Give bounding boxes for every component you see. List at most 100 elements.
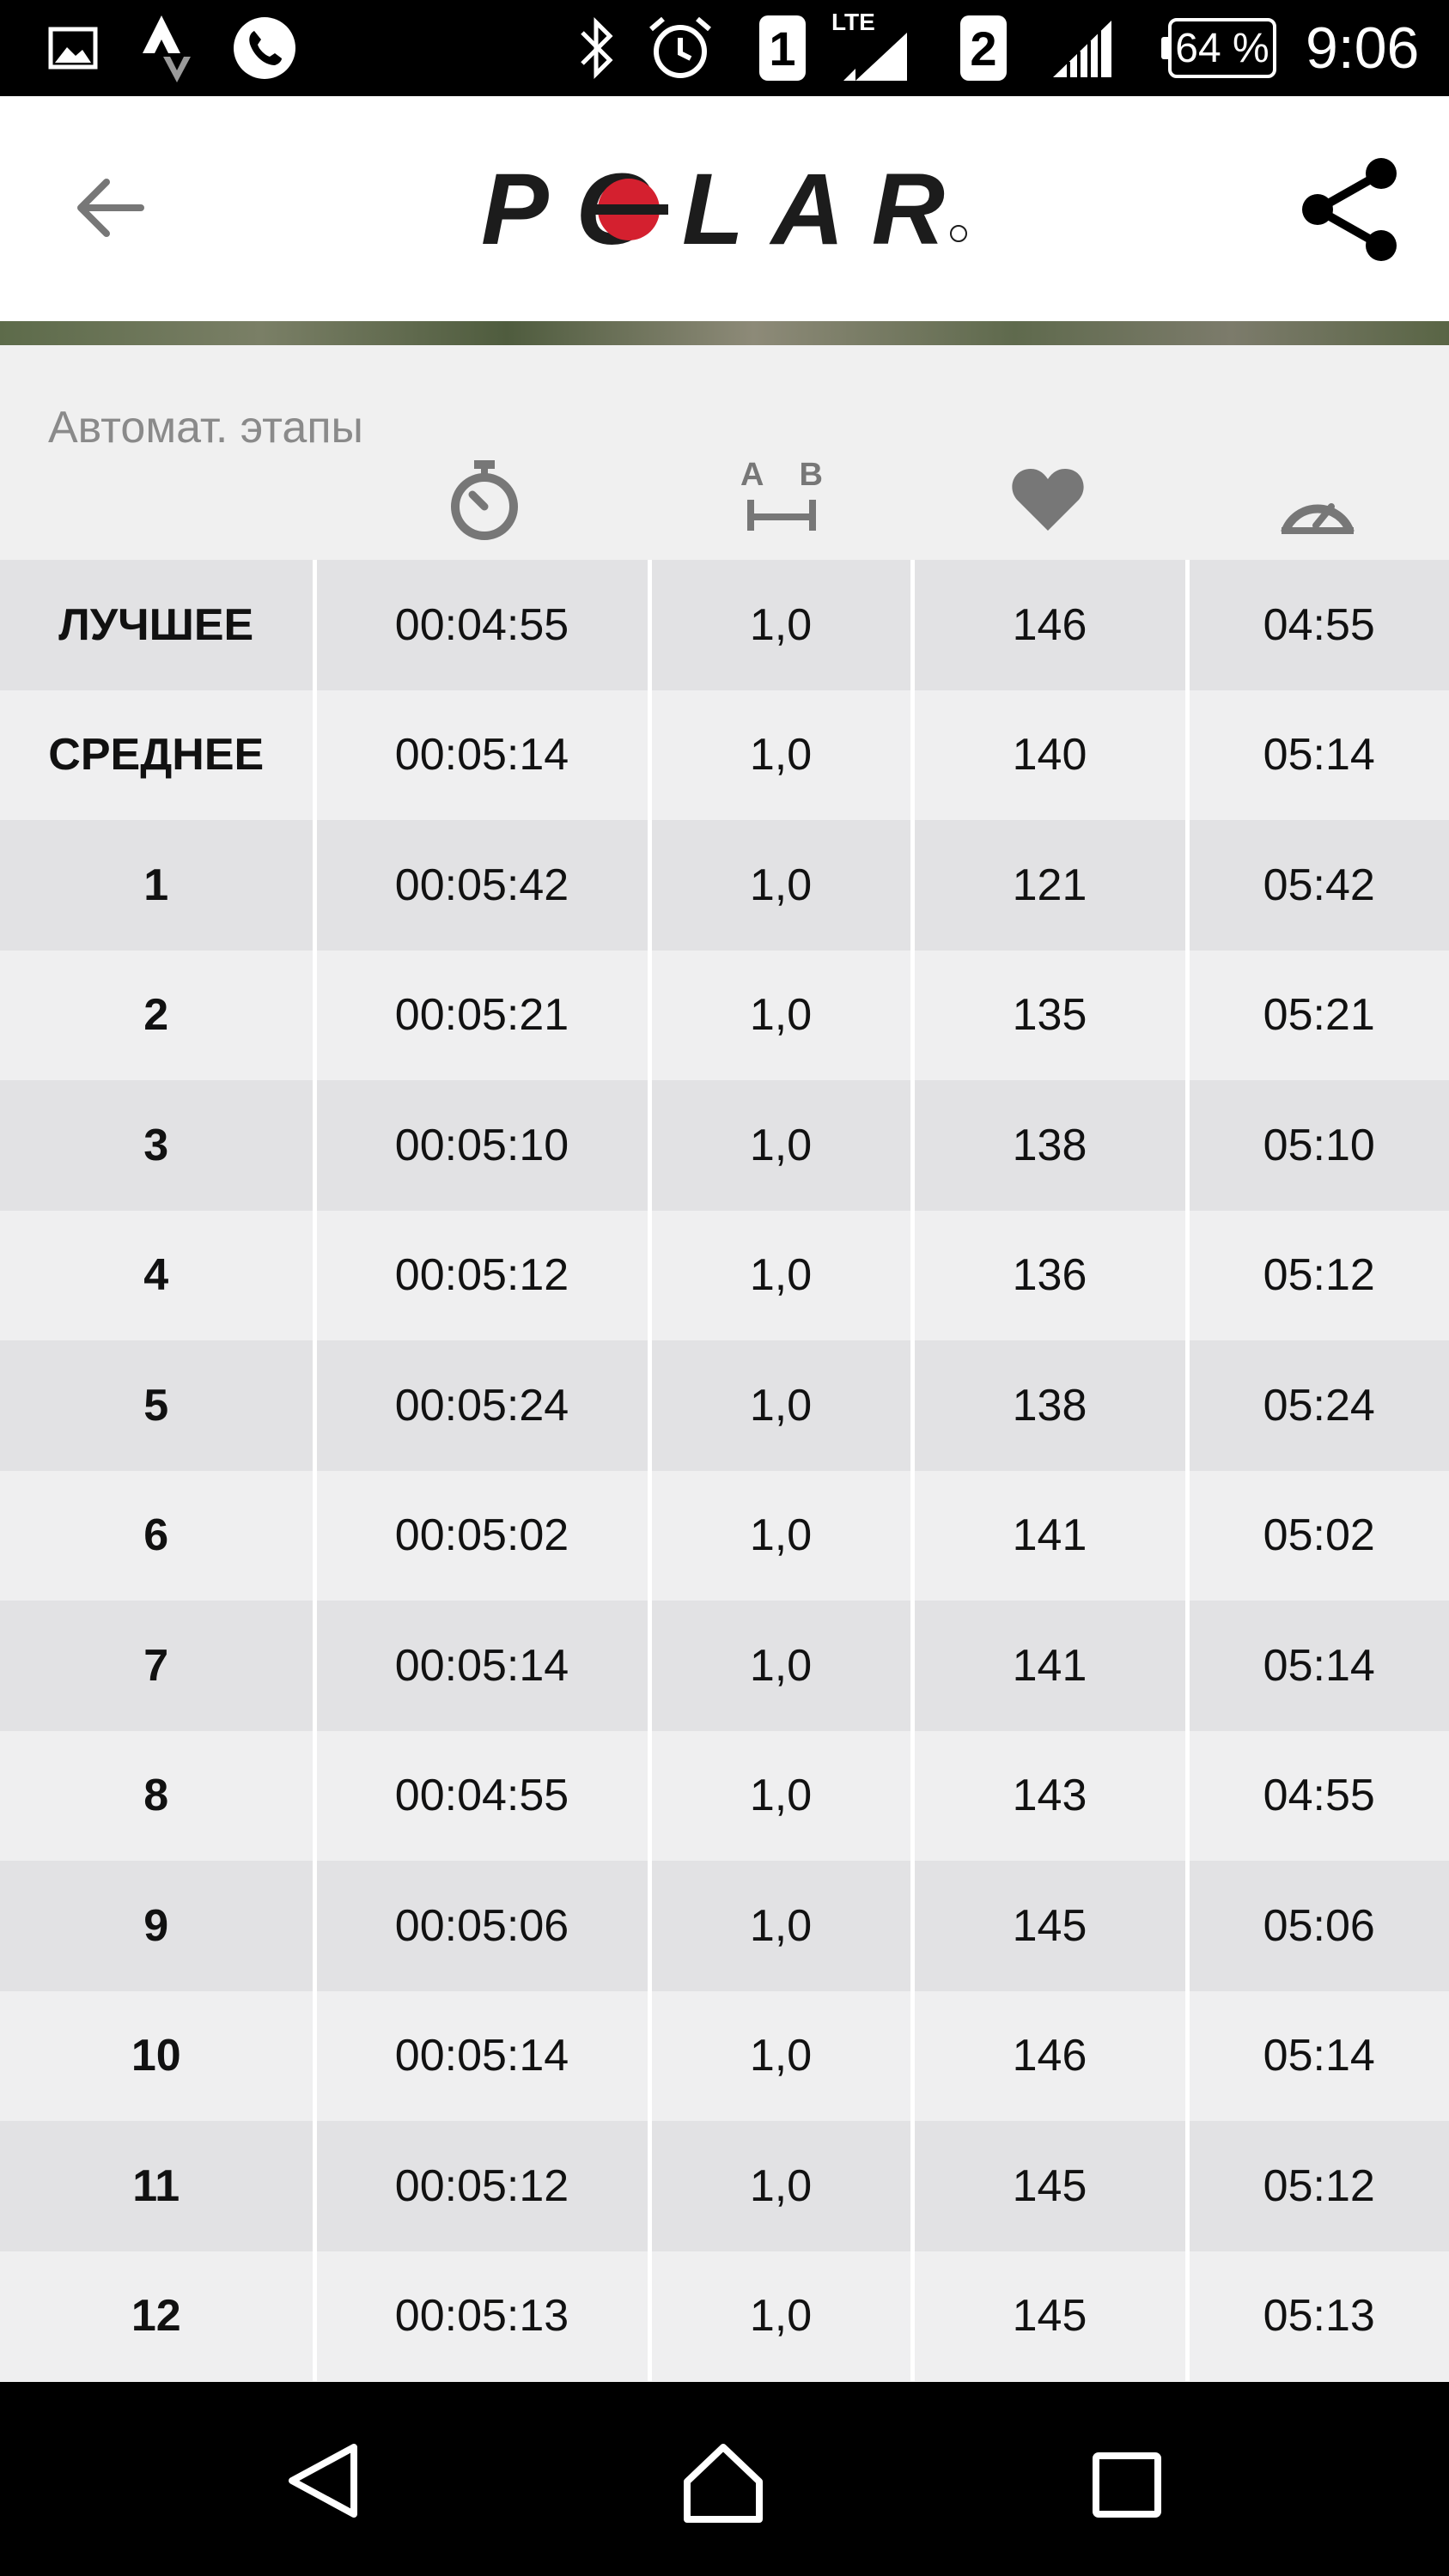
lap-pace-cell: 05:12: [1187, 1210, 1449, 1340]
lap-time-cell: 00:05:12: [314, 1210, 652, 1340]
signal2-icon: [1050, 0, 1115, 96]
lap-row: ЛУЧШЕЕ 00:04:55 1,0 146 04:55: [0, 560, 1449, 690]
nav-back-button[interactable]: [285, 2442, 361, 2524]
lap-label-cell: 4: [0, 1210, 317, 1340]
lap-distance-cell: 1,0: [649, 1210, 915, 1340]
lap-row: 2 00:05:21 1,0 135 05:21: [0, 950, 1449, 1080]
lap-pace-cell: 05:02: [1187, 1470, 1449, 1601]
lap-row: 6 00:05:02 1,0 141 05:02: [0, 1470, 1449, 1601]
lap-time-cell: 00:05:14: [314, 1601, 652, 1731]
lap-label-cell: 5: [0, 1340, 317, 1471]
lap-label-cell: 9: [0, 1861, 317, 1991]
lap-label-cell: 8: [0, 1730, 317, 1861]
nav-home-button[interactable]: [682, 2442, 764, 2529]
lap-time-cell: 00:05:14: [314, 690, 652, 820]
share-icon: [1302, 158, 1397, 261]
lap-time-cell: 00:05:14: [314, 1990, 652, 2121]
lap-label-cell: 3: [0, 1080, 317, 1211]
lap-time-cell: 00:04:55: [314, 1730, 652, 1861]
lap-time-cell: 00:04:55: [314, 560, 652, 690]
share-button[interactable]: [1297, 156, 1403, 263]
bluetooth-icon: [577, 0, 617, 96]
lap-distance-cell: 1,0: [649, 1861, 915, 1991]
lap-pace-cell: 05:10: [1187, 1080, 1449, 1211]
polar-logo-text: POLAR: [481, 161, 945, 264]
lap-label-cell: 6: [0, 1470, 317, 1601]
lap-row: 10 00:05:14 1,0 146 05:14: [0, 1990, 1449, 2121]
lap-distance-cell: 1,0: [649, 560, 915, 690]
lap-heart-rate-cell: 138: [912, 1340, 1190, 1471]
lap-heart-rate-cell: 140: [912, 690, 1190, 820]
lap-heart-rate-cell: 141: [912, 1601, 1190, 1731]
lap-distance-cell: 1,0: [649, 950, 915, 1080]
call-icon: [232, 0, 297, 96]
lap-distance-cell: 1,0: [649, 1080, 915, 1211]
lap-distance-cell: 1,0: [649, 2121, 915, 2251]
lap-time-cell: 00:05:42: [314, 820, 652, 951]
nav-recents-button[interactable]: [1093, 2452, 1161, 2522]
section-title: Автомат. этапы: [48, 403, 363, 453]
speedometer-icon: [1278, 481, 1357, 540]
lap-pace-cell: 05:14: [1187, 1990, 1449, 2121]
auto-laps-section: Автомат. этапы A B ЛУЧШЕЕ 00:04:55 1,0 146 0…: [0, 345, 1449, 2382]
lap-label-cell: 12: [0, 2251, 317, 2381]
lap-label-cell: 1: [0, 820, 317, 951]
lap-time-cell: 00:05:24: [314, 1340, 652, 1471]
lap-pace-cell: 05:21: [1187, 950, 1449, 1080]
laps-table: ЛУЧШЕЕ 00:04:55 1,0 146 04:55 СРЕДНЕЕ 00:05:14…: [0, 560, 1449, 2381]
lap-time-cell: 00:05:13: [314, 2251, 652, 2381]
lap-heart-rate-cell: 146: [912, 1990, 1190, 2121]
lap-row: 12 00:05:13 1,0 145 05:13: [0, 2251, 1449, 2381]
heart-icon: [1012, 467, 1084, 537]
back-button[interactable]: [72, 173, 149, 242]
polar-logo: POLAR: [481, 153, 971, 266]
lap-pace-cell: 05:06: [1187, 1861, 1449, 1991]
arrow-back-icon: [77, 179, 144, 237]
lap-pace-cell: 05:13: [1187, 2251, 1449, 2381]
lap-distance-cell: 1,0: [649, 1340, 915, 1471]
nav-back-icon: [289, 2444, 357, 2518]
lap-heart-rate-cell: 136: [912, 1210, 1190, 1340]
strava-icon: [141, 0, 192, 96]
lap-label-cell: 2: [0, 950, 317, 1080]
sim2-indicator: 2: [960, 0, 1007, 96]
lap-row: 8 00:04:55 1,0 143 04:55: [0, 1730, 1449, 1861]
polar-logo-mark: POLAR: [481, 153, 967, 266]
distance-ab-icon: A B: [740, 457, 823, 534]
lap-row: 9 00:05:06 1,0 145 05:06: [0, 1861, 1449, 1991]
lap-row: 5 00:05:24 1,0 138 05:24: [0, 1340, 1449, 1471]
lap-distance-cell: 1,0: [649, 1601, 915, 1731]
lap-time-cell: 00:05:10: [314, 1080, 652, 1211]
lap-label-cell: 11: [0, 2121, 317, 2251]
lap-pace-cell: 05:12: [1187, 2121, 1449, 2251]
alarm-icon: [646, 0, 715, 96]
lap-row: 7 00:05:14 1,0 141 05:14: [0, 1601, 1449, 1731]
battery-indicator: 64 %: [1161, 0, 1276, 96]
lap-heart-rate-cell: 145: [912, 2251, 1190, 2381]
nav-recents-icon: [1093, 2452, 1161, 2518]
lap-label-cell: ЛУЧШЕЕ: [0, 560, 317, 690]
lap-pace-cell: 05:24: [1187, 1340, 1449, 1471]
lap-label-cell: 10: [0, 1990, 317, 2121]
status-bar: 1 LTE 2 64 % 9:06: [0, 0, 1449, 96]
lap-heart-rate-cell: 145: [912, 2121, 1190, 2251]
lap-time-cell: 00:05:21: [314, 950, 652, 1080]
lap-heart-rate-cell: 141: [912, 1470, 1190, 1601]
lap-pace-cell: 05:42: [1187, 820, 1449, 951]
lap-heart-rate-cell: 135: [912, 950, 1190, 1080]
lap-pace-cell: 04:55: [1187, 1730, 1449, 1861]
nav-home-icon: [684, 2444, 763, 2523]
lap-distance-cell: 1,0: [649, 1730, 915, 1861]
status-time: 9:06: [1306, 15, 1420, 81]
gallery-icon: [48, 0, 98, 96]
lap-heart-rate-cell: 146: [912, 560, 1190, 690]
sim1-indicator: 1: [759, 0, 806, 96]
lap-pace-cell: 05:14: [1187, 690, 1449, 820]
lap-time-cell: 00:05:06: [314, 1861, 652, 1991]
signal1-icon: LTE: [831, 0, 914, 105]
stopwatch-icon: [447, 459, 522, 545]
lap-heart-rate-cell: 145: [912, 1861, 1190, 1991]
lap-distance-cell: 1,0: [649, 690, 915, 820]
lap-heart-rate-cell: 121: [912, 820, 1190, 951]
lap-heart-rate-cell: 138: [912, 1080, 1190, 1211]
